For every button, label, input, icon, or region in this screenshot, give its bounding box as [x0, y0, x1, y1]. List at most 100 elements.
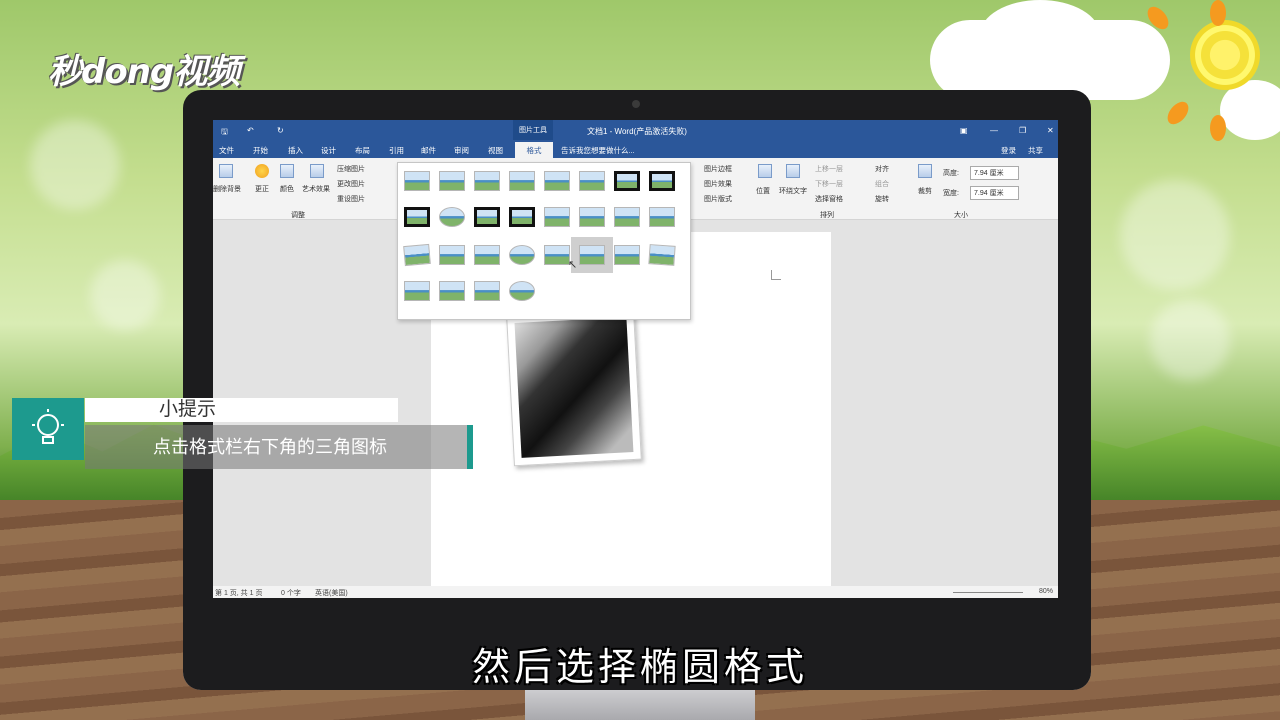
picture-style-option[interactable]	[509, 171, 535, 191]
tip-heading: 小提示	[85, 398, 398, 422]
picture-effects[interactable]: 图片效果	[704, 179, 732, 189]
ribbon-display-icon[interactable]: ▣	[960, 126, 968, 135]
corrections-label[interactable]: 更正	[255, 184, 269, 194]
remove-background-icon[interactable]	[219, 164, 233, 178]
corrections-icon[interactable]	[255, 164, 269, 178]
tab-design[interactable]: 设计	[321, 145, 336, 156]
picture-style-option[interactable]	[404, 281, 430, 301]
picture-style-option[interactable]	[474, 207, 500, 227]
width-label: 宽度:	[943, 190, 959, 197]
picture-style-option[interactable]	[439, 281, 465, 301]
monitor-stand	[525, 688, 755, 720]
tip-text: 点击格式栏右下角的三角图标	[85, 425, 473, 469]
align-button[interactable]: 对齐	[875, 164, 889, 174]
page-count[interactable]: 第 1 页, 共 1 页	[215, 588, 262, 598]
picture-style-option[interactable]	[509, 245, 535, 265]
tip-banner: 小提示 点击格式栏右下角的三角图标	[12, 398, 474, 470]
tab-view[interactable]: 视图	[488, 145, 503, 156]
tab-review[interactable]: 审阅	[454, 145, 469, 156]
wrap-text-label[interactable]: 环绕文字	[779, 186, 807, 196]
tell-me-box[interactable]: 告诉我您想要做什么...	[561, 145, 635, 156]
picture-style-option[interactable]	[439, 207, 465, 227]
bokeh-light	[90, 260, 160, 330]
zoom-level[interactable]: 80%	[1039, 588, 1053, 595]
picture-style-option[interactable]	[474, 245, 500, 265]
picture-style-option[interactable]	[614, 171, 640, 191]
close-icon[interactable]: ✕	[1047, 126, 1054, 135]
picture-style-option[interactable]	[579, 171, 605, 191]
picture-style-option[interactable]	[649, 207, 675, 227]
compress-pictures[interactable]: 压缩图片	[337, 164, 365, 174]
share-button[interactable]: 共享	[1028, 145, 1043, 156]
picture-style-option[interactable]	[544, 207, 570, 227]
crop-label[interactable]: 裁剪	[918, 186, 932, 196]
save-icon[interactable]: 🖫	[221, 126, 228, 140]
picture-style-option[interactable]	[544, 245, 570, 265]
bokeh-light	[30, 120, 120, 210]
selection-pane[interactable]: 选择窗格	[815, 194, 843, 204]
status-bar: 第 1 页, 共 1 页 0 个字 英语(美国) 80%	[213, 586, 1058, 598]
sun-icon	[1190, 20, 1260, 90]
picture-style-option[interactable]	[614, 207, 640, 227]
video-subtitle: 然后选择椭圆格式	[471, 645, 808, 689]
tab-mailings[interactable]: 邮件	[421, 145, 436, 156]
height-label: 高度:	[943, 170, 959, 177]
crop-icon[interactable]	[918, 164, 932, 178]
tab-format[interactable]: 格式	[515, 142, 553, 158]
undo-icon[interactable]: ↶	[247, 126, 254, 135]
picture-layout[interactable]: 图片版式	[704, 194, 732, 204]
picture-style-option[interactable]	[614, 245, 640, 265]
position-label[interactable]: 位置	[756, 186, 770, 196]
picture-style-option[interactable]	[648, 244, 676, 266]
camera-icon	[632, 100, 640, 108]
picture-style-option[interactable]	[474, 281, 500, 301]
word-count[interactable]: 0 个字	[281, 588, 301, 598]
picture-styles-gallery: ↖	[397, 162, 691, 320]
picture-style-option[interactable]	[579, 207, 605, 227]
login-link[interactable]: 登录	[1001, 145, 1016, 156]
send-backward[interactable]: 下移一层	[815, 179, 843, 189]
position-icon[interactable]	[758, 164, 772, 178]
picture-style-option[interactable]	[474, 171, 500, 191]
cloud	[980, 0, 1100, 70]
picture-style-option[interactable]	[649, 171, 675, 191]
artistic-effects-label[interactable]: 艺术效果	[302, 184, 330, 194]
tab-layout[interactable]: 布局	[355, 145, 370, 156]
minimize-icon[interactable]: —	[990, 126, 998, 135]
group-button[interactable]: 组合	[875, 179, 889, 189]
tab-file[interactable]: 文件	[219, 145, 234, 156]
zoom-slider[interactable]	[953, 592, 1023, 593]
width-input[interactable]: 7.94 厘米	[970, 186, 1019, 200]
picture-style-option-ellipse[interactable]	[509, 281, 535, 301]
picture-style-option[interactable]	[544, 171, 570, 191]
picture-style-option-hovered[interactable]	[571, 237, 613, 273]
tab-references[interactable]: 引用	[389, 145, 404, 156]
picture-style-option[interactable]	[404, 171, 430, 191]
redo-icon[interactable]: ↻	[277, 126, 284, 135]
change-picture[interactable]: 更改图片	[337, 179, 365, 189]
height-input[interactable]: 7.94 厘米	[970, 166, 1019, 180]
selected-picture[interactable]	[506, 309, 642, 467]
wrap-text-icon[interactable]	[786, 164, 800, 178]
bokeh-light	[1120, 180, 1230, 290]
picture-style-option[interactable]	[404, 207, 430, 227]
picture-style-option[interactable]	[439, 245, 465, 265]
brand-logo: 秒dong视频	[48, 52, 240, 92]
group-arrange-label: 排列	[820, 212, 834, 219]
language[interactable]: 英语(美国)	[315, 588, 348, 598]
picture-style-option[interactable]	[509, 207, 535, 227]
bokeh-light	[1150, 300, 1230, 380]
tab-home[interactable]: 开始	[253, 145, 268, 156]
tab-insert[interactable]: 插入	[288, 145, 303, 156]
bring-forward[interactable]: 上移一层	[815, 164, 843, 174]
remove-background-label[interactable]: 删除背景	[213, 184, 241, 194]
artistic-effects-icon[interactable]	[310, 164, 324, 178]
color-label[interactable]: 颜色	[280, 184, 294, 194]
picture-style-option[interactable]	[439, 171, 465, 191]
picture-border[interactable]: 图片边框	[704, 164, 732, 174]
picture-style-option[interactable]	[403, 243, 431, 267]
rotate-button[interactable]: 旋转	[875, 194, 889, 204]
color-icon[interactable]	[280, 164, 294, 178]
reset-picture[interactable]: 重设图片	[337, 194, 365, 204]
restore-icon[interactable]: ❐	[1019, 126, 1026, 135]
